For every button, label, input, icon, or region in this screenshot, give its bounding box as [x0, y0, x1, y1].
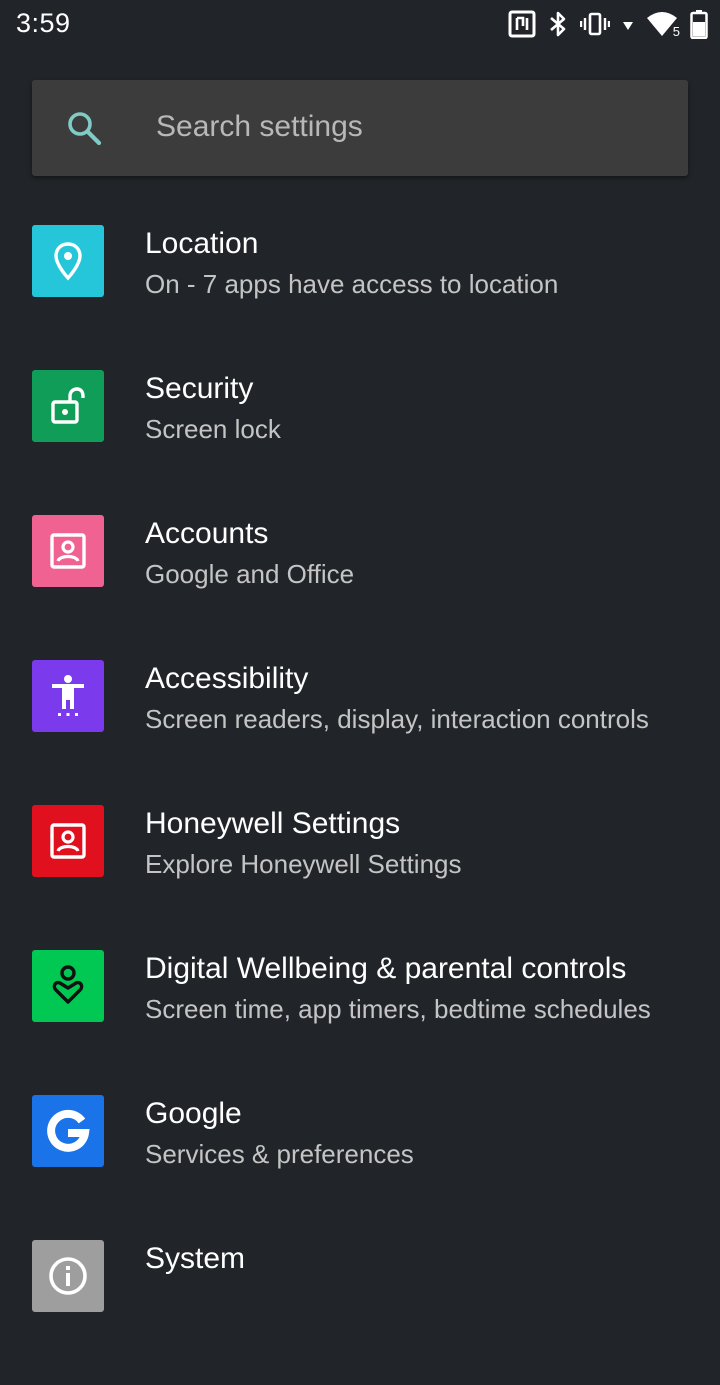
search-input-placeholder[interactable]: Search settings [156, 110, 363, 144]
item-title: Google [145, 1097, 242, 1130]
settings-item-system[interactable]: System [0, 1240, 720, 1385]
data-arrows-icon [622, 10, 634, 38]
item-summary: Explore Honeywell Settings [145, 849, 462, 879]
item-summary: Screen time, app timers, bedtime schedul… [145, 994, 651, 1024]
settings-item-accounts[interactable]: Accounts Google and Office [0, 515, 720, 660]
item-summary: Screen readers, display, interaction con… [145, 704, 649, 734]
vibrate-icon [580, 10, 610, 38]
wellbeing-icon [52, 965, 84, 1004]
item-summary: Google and Office [145, 559, 355, 589]
location-tile [32, 225, 104, 297]
item-title: Location [145, 227, 259, 260]
account-box-icon [50, 823, 86, 859]
item-title: Honeywell Settings [145, 807, 401, 840]
wifi-badge: 5 [672, 24, 680, 39]
item-summary: Screen lock [145, 414, 281, 444]
settings-list: Location On - 7 apps have access to loca… [0, 225, 720, 1385]
item-title: Accessibility [145, 662, 309, 695]
settings-item-google[interactable]: Google Services & preferences [0, 1095, 720, 1240]
search-bar[interactable]: Search settings [32, 80, 688, 176]
info-icon [49, 1257, 87, 1295]
google-tile [32, 1095, 104, 1167]
accessibility-tile [32, 660, 104, 732]
account-box-icon [50, 533, 86, 569]
nfc-icon [508, 10, 536, 38]
item-title: Accounts [145, 517, 269, 550]
settings-item-location[interactable]: Location On - 7 apps have access to loca… [0, 225, 720, 370]
location-pin-icon [54, 242, 82, 281]
google-g-icon [47, 1109, 90, 1152]
settings-item-digital-wellbeing[interactable]: Digital Wellbeing & parental controls Sc… [0, 950, 720, 1095]
wifi-icon: 5 [646, 10, 680, 39]
battery-icon [690, 9, 708, 39]
settings-item-honeywell[interactable]: Honeywell Settings Explore Honeywell Set… [0, 805, 720, 950]
status-bar: 3:59 5 [0, 0, 720, 48]
status-icons: 5 [508, 8, 708, 40]
security-tile [32, 370, 104, 442]
search-icon [66, 110, 102, 146]
item-title: System [145, 1242, 246, 1275]
system-tile [32, 1240, 104, 1312]
wellbeing-tile [32, 950, 104, 1022]
settings-item-security[interactable]: Security Screen lock [0, 370, 720, 515]
status-time: 3:59 [16, 8, 71, 38]
bluetooth-icon [548, 10, 568, 38]
honeywell-tile [32, 805, 104, 877]
accessibility-icon [52, 675, 84, 716]
item-summary: Services & preferences [145, 1139, 414, 1169]
item-title: Security [145, 372, 254, 405]
item-title: Digital Wellbeing & parental controls [145, 952, 627, 985]
item-summary: On - 7 apps have access to location [145, 269, 559, 299]
settings-item-accessibility[interactable]: Accessibility Screen readers, display, i… [0, 660, 720, 805]
accounts-tile [32, 515, 104, 587]
lock-open-icon [51, 387, 85, 424]
